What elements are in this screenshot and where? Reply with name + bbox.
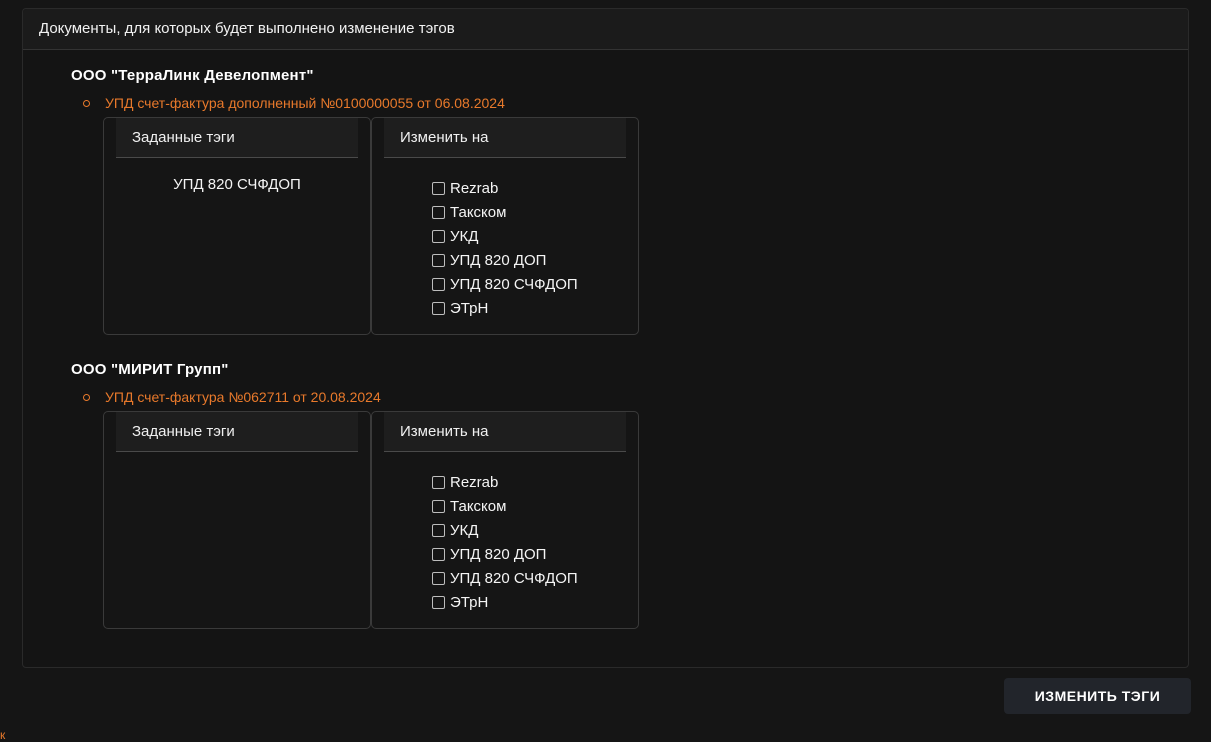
change-tags-box: Изменить на Rezrab Такском УКД УПД 820 Д…: [371, 117, 639, 335]
tag-option-label: УПД 820 СЧФДОП: [450, 569, 578, 587]
tag-option[interactable]: Такском: [432, 494, 578, 518]
tag-option[interactable]: УПД 820 СЧФДОП: [432, 566, 578, 590]
checkbox[interactable]: [432, 523, 445, 537]
tag-option[interactable]: УПД 820 ДОП: [432, 248, 578, 272]
change-tags-header: Изменить на: [384, 412, 626, 452]
bullet-icon: [83, 99, 90, 107]
checkbox[interactable]: [432, 301, 445, 315]
tag-option[interactable]: УПД 820 СЧФДОП: [432, 272, 578, 296]
tag-option[interactable]: ЭТрН: [432, 296, 578, 320]
tag-option[interactable]: ЭТрН: [432, 590, 578, 614]
tag-options-list: Rezrab Такском УКД УПД 820 ДОП УПД 820 С…: [432, 470, 578, 614]
checkbox[interactable]: [432, 475, 445, 489]
document-title: УПД счет-фактура дополненный №0100000055…: [105, 95, 505, 111]
panel-title: Документы, для которых будет выполнено и…: [23, 9, 1188, 50]
tag-option[interactable]: Rezrab: [432, 176, 578, 200]
tag-option[interactable]: УКД: [432, 518, 578, 542]
checkbox[interactable]: [432, 571, 445, 585]
checkbox[interactable]: [432, 205, 445, 219]
document-item[interactable]: УПД счет-фактура дополненный №0100000055…: [83, 95, 505, 111]
tag-option-label: Такском: [450, 497, 507, 515]
checkbox[interactable]: [432, 547, 445, 561]
tag-option-label: УКД: [450, 227, 479, 245]
tag-option-label: ЭТрН: [450, 299, 489, 317]
assigned-tags-header: Заданные тэги: [116, 118, 358, 158]
tag-option-label: Такском: [450, 203, 507, 221]
tag-option-label: Rezrab: [450, 473, 499, 491]
checkbox[interactable]: [432, 229, 445, 243]
tag-option-label: УПД 820 ДОП: [450, 545, 547, 563]
change-tags-button[interactable]: ИЗМЕНИТЬ ТЭГИ: [1004, 678, 1191, 714]
organization-name: ООО "ТерраЛинк Девелопмент": [71, 67, 314, 84]
tag-option[interactable]: УКД: [432, 224, 578, 248]
tag-option[interactable]: УПД 820 ДОП: [432, 542, 578, 566]
documents-panel: Документы, для которых будет выполнено и…: [22, 8, 1189, 668]
checkbox[interactable]: [432, 595, 445, 609]
checkbox[interactable]: [432, 277, 445, 291]
tag-option[interactable]: Rezrab: [432, 470, 578, 494]
assigned-tags-box: Заданные тэги УПД 820 СЧФДОП: [103, 117, 371, 335]
tag-option-label: ЭТрН: [450, 593, 489, 611]
checkbox[interactable]: [432, 253, 445, 267]
organization-name: ООО "МИРИТ Групп": [71, 361, 229, 378]
assigned-tags-header: Заданные тэги: [116, 412, 358, 452]
checkbox[interactable]: [432, 499, 445, 513]
bullet-icon: [83, 393, 90, 401]
checkbox[interactable]: [432, 181, 445, 195]
tag-option[interactable]: Такском: [432, 200, 578, 224]
tag-options-list: Rezrab Такском УКД УПД 820 ДОП УПД 820 С…: [432, 176, 578, 320]
document-item[interactable]: УПД счет-фактура №062711 от 20.08.2024: [83, 389, 381, 405]
change-tags-box: Изменить на Rezrab Такском УКД УПД 820 Д…: [371, 411, 639, 629]
tag-option-label: Rezrab: [450, 179, 499, 197]
assigned-tag: УПД 820 СЧФДОП: [173, 176, 301, 193]
tag-option-label: УПД 820 ДОП: [450, 251, 547, 269]
tag-option-label: УКД: [450, 521, 479, 539]
assigned-tags-box: Заданные тэги: [103, 411, 371, 629]
document-title: УПД счет-фактура №062711 от 20.08.2024: [105, 389, 381, 405]
change-tags-header: Изменить на: [384, 118, 626, 158]
tag-option-label: УПД 820 СЧФДОП: [450, 275, 578, 293]
